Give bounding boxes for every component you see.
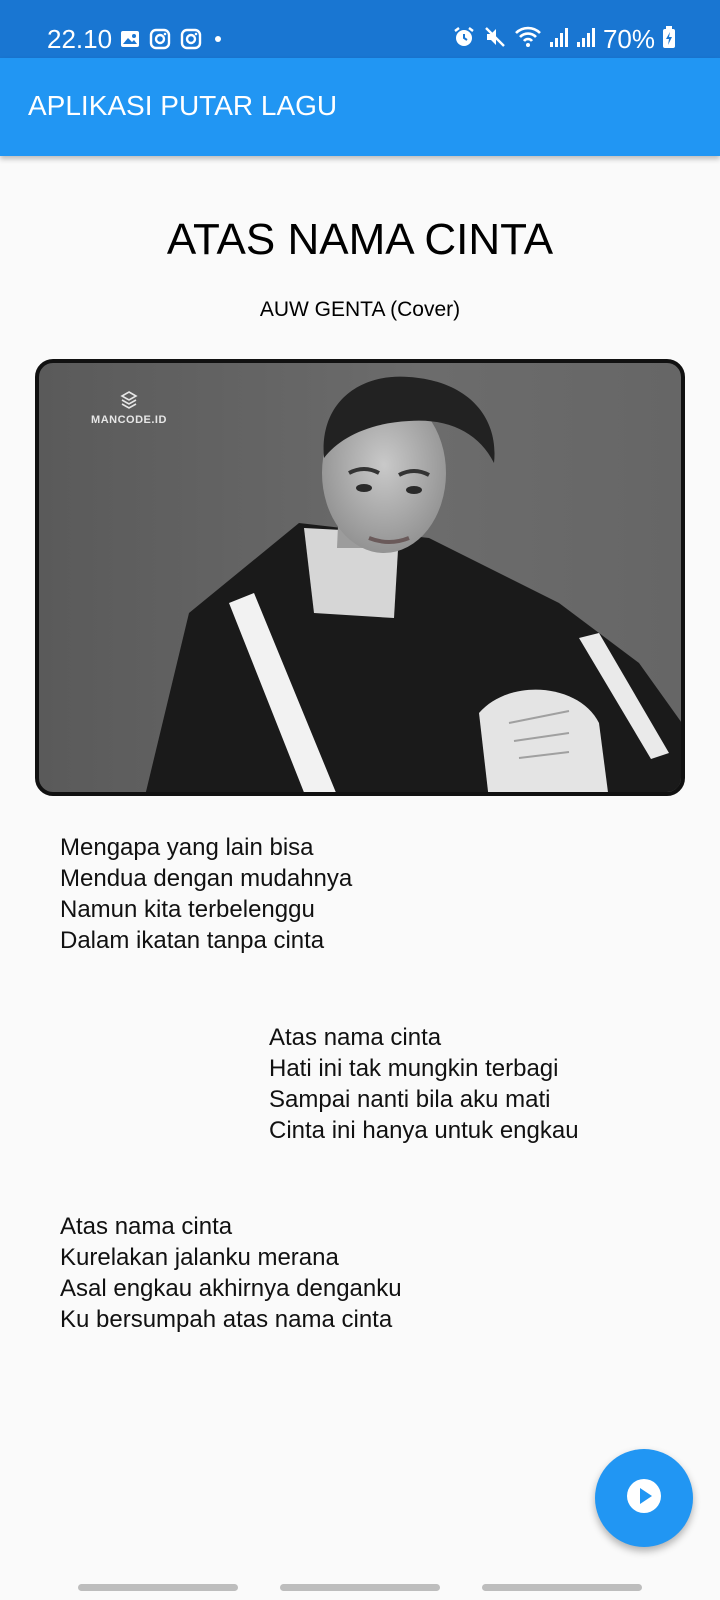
lyrics-verse-3: Atas nama cinta Kurelakan jalanku merana…: [60, 1211, 402, 1335]
lyric-line: Mendua dengan mudahnya: [60, 865, 353, 892]
lyric-line: Kurelakan jalanku merana: [60, 1244, 339, 1271]
lyric-line: Hati ini tak mungkin terbagi: [269, 1055, 559, 1082]
mute-icon: [483, 25, 507, 54]
instagram-icon: [149, 28, 171, 55]
play-icon: [625, 1477, 663, 1520]
lyric-line: Namun kita terbelenggu: [60, 896, 315, 923]
status-right-icons: 70%: [452, 24, 676, 54]
gallery-icon: [120, 29, 140, 54]
app-bar: APLIKASI PUTAR LAGU: [0, 58, 720, 156]
alarm-icon: [452, 25, 476, 54]
lyric-line: Atas nama cinta: [269, 1024, 442, 1051]
wifi-icon: [514, 25, 542, 54]
nav-home-button[interactable]: [280, 1584, 440, 1591]
song-artist: AUW GENTA (Cover): [259, 298, 461, 321]
lyric-line: Sampai nanti bila aku mati: [269, 1086, 551, 1113]
lyric-line: Dalam ikatan tanpa cinta: [60, 927, 325, 954]
signal-icon: [576, 26, 596, 53]
lyrics-verse-1: Mengapa yang lain bisa Mendua dengan mud…: [60, 832, 352, 956]
play-button[interactable]: [595, 1449, 693, 1547]
battery-percentage: 70%: [602, 24, 655, 54]
battery-charging-icon: [662, 25, 676, 54]
nav-back-button[interactable]: [482, 1584, 642, 1591]
lyric-line: Asal engkau akhirnya denganku: [60, 1275, 402, 1302]
status-time: 22.10: [47, 24, 113, 54]
app-title: APLIKASI PUTAR LAGU: [28, 90, 338, 121]
artist-photo: [145, 376, 681, 792]
song-title: ATAS NAMA CINTA: [166, 215, 554, 264]
instagram-icon: [180, 28, 202, 55]
lyric-line: Cinta ini hanya untuk engkau: [269, 1117, 579, 1144]
dot-icon: [211, 32, 225, 51]
status-bar: 22.10 70%: [0, 0, 720, 58]
lyric-line: Atas nama cinta: [60, 1213, 233, 1240]
lyrics-verse-2: Atas nama cinta Hati ini tak mungkin ter…: [269, 1022, 579, 1146]
nav-recents-button[interactable]: [78, 1584, 238, 1591]
system-nav-bar: [0, 1578, 720, 1600]
signal-icon: [549, 26, 569, 53]
lyric-line: Mengapa yang lain bisa: [60, 834, 314, 861]
album-cover: MANCODE.ID: [35, 359, 685, 796]
status-left-icons: [120, 28, 225, 55]
lyric-line: Ku bersumpah atas nama cinta: [60, 1306, 393, 1333]
